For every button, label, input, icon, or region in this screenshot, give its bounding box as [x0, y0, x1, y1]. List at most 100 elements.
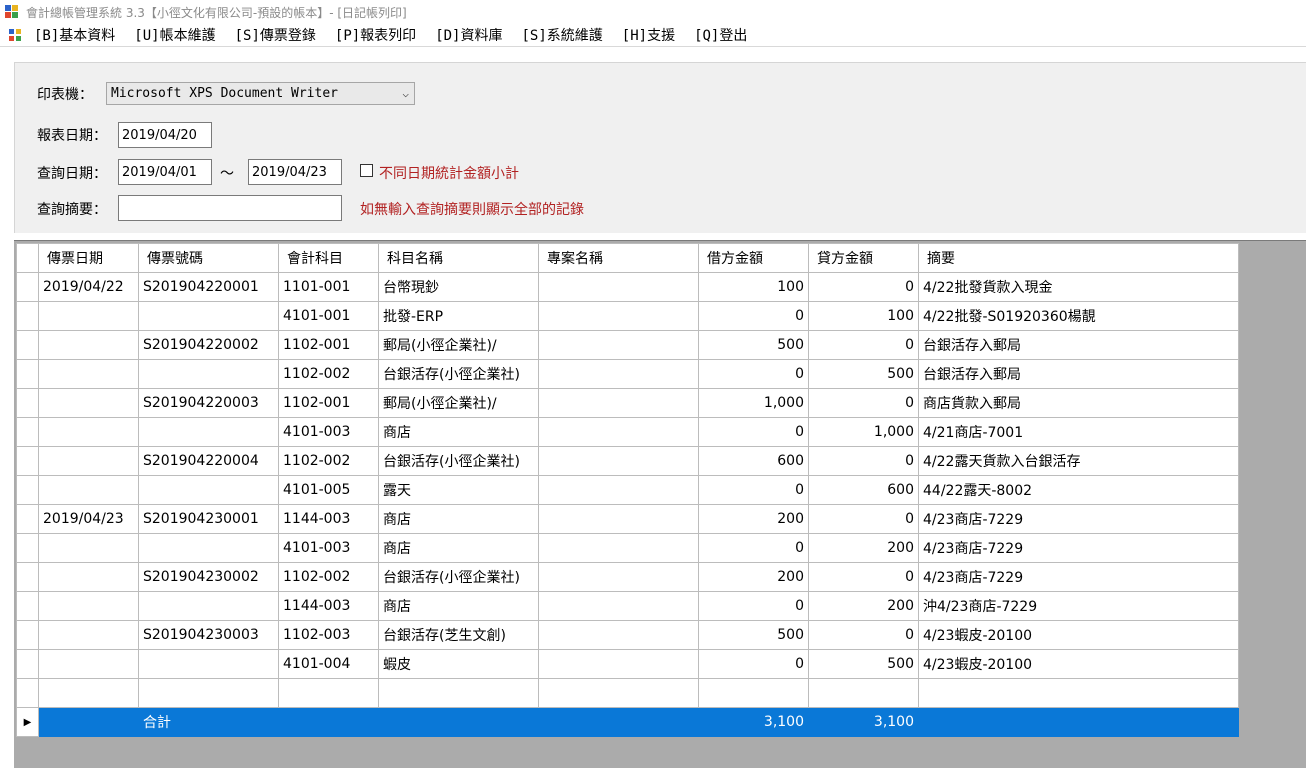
grid-cell[interactable]: 0	[698, 533, 809, 563]
grid-cell[interactable]: 2019/04/23	[38, 504, 139, 534]
total-cell[interactable]: 3,100	[808, 707, 919, 737]
menu-system-maintenance[interactable]: [S]系統維護	[521, 25, 602, 45]
grid-cell[interactable]: 1102-002	[278, 359, 379, 389]
grid-cell[interactable]: 1144-003	[278, 504, 379, 534]
grid-cell[interactable]: 500	[698, 620, 809, 650]
grid-cell[interactable]: 4/22批發貨款入現金	[918, 272, 1239, 302]
grid-cell[interactable]: 4/22批發-S01920360楊靚	[918, 301, 1239, 331]
grid-cell[interactable]	[38, 388, 139, 418]
grid-cell[interactable]	[138, 649, 279, 679]
row-header[interactable]	[16, 504, 39, 534]
grid-cell[interactable]	[538, 533, 699, 563]
grid-cell[interactable]: 1144-003	[278, 591, 379, 621]
menu-logout[interactable]: [Q]登出	[694, 25, 747, 45]
grid-cell[interactable]: 1102-002	[278, 446, 379, 476]
grid-cell[interactable]: 600	[808, 475, 919, 505]
menu-basic-data[interactable]: [B]基本資料	[34, 25, 115, 45]
grid-cell[interactable]: 批發-ERP	[378, 301, 539, 331]
menu-ledger-maintenance[interactable]: [U]帳本維護	[134, 25, 215, 45]
grid-cell[interactable]	[538, 678, 699, 708]
table-row[interactable]: S201904220003 1102-001 郵局(小徑企業社)/ 1,000 0 商店貨…	[16, 388, 1239, 418]
grid-cell[interactable]: 台銀活存入郵局	[918, 359, 1239, 389]
grid-cell[interactable]: 0	[698, 301, 809, 331]
total-cell[interactable]	[378, 707, 539, 737]
grid-cell[interactable]: S201904220001	[138, 272, 279, 302]
query-date-from-field[interactable]	[118, 159, 212, 185]
total-row[interactable]: ▶ 合計 3,100 3,100	[16, 707, 1239, 737]
column-header[interactable]: 貸方金額	[808, 243, 919, 273]
grid-cell[interactable]: 500	[698, 330, 809, 360]
grid-cell[interactable]	[38, 620, 139, 650]
grid-cell[interactable]: 1101-001	[278, 272, 379, 302]
row-header[interactable]	[16, 417, 39, 447]
grid-cell[interactable]: 郵局(小徑企業社)/	[378, 330, 539, 360]
column-header[interactable]: 摘要	[918, 243, 1239, 273]
grid-cell[interactable]	[38, 417, 139, 447]
grid-cell[interactable]	[378, 678, 539, 708]
grid-cell[interactable]	[138, 417, 279, 447]
table-row[interactable]: 1144-003 商店 0 200 沖4/23商店-7229	[16, 591, 1239, 621]
row-header[interactable]	[16, 591, 39, 621]
column-header[interactable]: 科目名稱	[378, 243, 539, 273]
grid-cell[interactable]: 1102-002	[278, 562, 379, 592]
table-row[interactable]: 2019/04/23 S201904230001 1144-003 商店 200 0 4/2…	[16, 504, 1239, 534]
table-row[interactable]: 4101-004 蝦皮 0 500 4/23蝦皮-20100	[16, 649, 1239, 679]
grid-cell[interactable]	[278, 678, 379, 708]
grid-cell[interactable]	[918, 678, 1239, 708]
grid-cell[interactable]: 600	[698, 446, 809, 476]
row-header[interactable]	[16, 301, 39, 331]
grid-cell[interactable]: 台銀活存(芝生文創)	[378, 620, 539, 650]
grid-cell[interactable]: 1102-001	[278, 388, 379, 418]
grid-cell[interactable]: 台銀活存入郵局	[918, 330, 1239, 360]
grid-cell[interactable]: 0	[808, 562, 919, 592]
grid-cell[interactable]	[38, 446, 139, 476]
grid-cell[interactable]: 4/23商店-7229	[918, 562, 1239, 592]
grid-cell[interactable]: 台銀活存(小徑企業社)	[378, 562, 539, 592]
grid-cell[interactable]: 4/23蝦皮-20100	[918, 620, 1239, 650]
grid-cell[interactable]: 4101-001	[278, 301, 379, 331]
grid-cell[interactable]: 4101-004	[278, 649, 379, 679]
table-row[interactable]: 4101-003 商店 0 200 4/23商店-7229	[16, 533, 1239, 563]
row-header[interactable]	[16, 330, 39, 360]
grid-cell[interactable]	[538, 417, 699, 447]
grid-cell[interactable]: 露天	[378, 475, 539, 505]
grid-cell[interactable]: S201904220002	[138, 330, 279, 360]
grid-cell[interactable]: 沖4/23商店-7229	[918, 591, 1239, 621]
row-header[interactable]	[16, 475, 39, 505]
menu-voucher-entry[interactable]: [S]傳票登錄	[235, 25, 316, 45]
table-row[interactable]: 4101-003 商店 0 1,000 4/21商店-7001	[16, 417, 1239, 447]
grid-cell[interactable]	[138, 359, 279, 389]
total-cell[interactable]	[38, 707, 139, 737]
grid-cell[interactable]	[138, 301, 279, 331]
grid-cell[interactable]: 200	[808, 533, 919, 563]
grid-cell[interactable]	[38, 330, 139, 360]
grid-cell[interactable]	[538, 591, 699, 621]
grid-cell[interactable]: 200	[698, 562, 809, 592]
grid-cell[interactable]: 4/23蝦皮-20100	[918, 649, 1239, 679]
chevron-down-icon[interactable]: ⌵	[402, 83, 409, 104]
grid-cell[interactable]: S201904230001	[138, 504, 279, 534]
printer-select[interactable]: Microsoft XPS Document Writer ⌵	[106, 82, 415, 105]
grid-cell[interactable]: 4/21商店-7001	[918, 417, 1239, 447]
grid-cell[interactable]: 商店貨款入郵局	[918, 388, 1239, 418]
grid-cell[interactable]	[538, 504, 699, 534]
row-header[interactable]	[16, 620, 39, 650]
subtotal-checkbox-label[interactable]: 不同日期統計金額小計	[379, 163, 519, 183]
total-cell[interactable]	[538, 707, 699, 737]
grid-cell[interactable]: 台幣現鈔	[378, 272, 539, 302]
grid-cell[interactable]: 0	[808, 504, 919, 534]
grid-cell[interactable]	[808, 678, 919, 708]
table-row[interactable]: S201904220004 1102-002 台銀活存(小徑企業社) 600 0 4/22…	[16, 446, 1239, 476]
table-row[interactable]: S201904230002 1102-002 台銀活存(小徑企業社) 200 0 4/23…	[16, 562, 1239, 592]
table-row[interactable]	[16, 678, 1239, 708]
grid-cell[interactable]	[38, 649, 139, 679]
total-cell[interactable]	[918, 707, 1239, 737]
grid-cell[interactable]: 100	[698, 272, 809, 302]
column-header[interactable]: 借方金額	[698, 243, 809, 273]
grid-cell[interactable]: 台銀活存(小徑企業社)	[378, 359, 539, 389]
grid-cell[interactable]: 4101-003	[278, 417, 379, 447]
grid-cell[interactable]: 500	[808, 359, 919, 389]
grid-cell[interactable]: 蝦皮	[378, 649, 539, 679]
grid-cell[interactable]: 商店	[378, 504, 539, 534]
grid-cell[interactable]	[138, 678, 279, 708]
